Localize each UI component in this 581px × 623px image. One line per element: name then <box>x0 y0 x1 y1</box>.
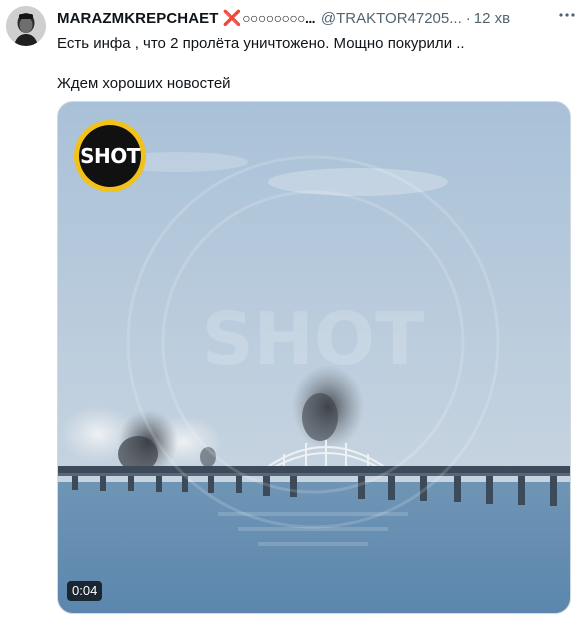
video-player[interactable]: SHOT SHOT 0:04 <box>57 101 571 614</box>
more-options-icon <box>558 6 576 29</box>
author-name-suffix: ○○○○○○○○... <box>242 10 315 26</box>
tweet-text: Есть инфа , что 2 пролёта уничтожено. Мо… <box>57 34 567 94</box>
cross-mark-emoji: ❌ <box>222 10 242 27</box>
tweet-text-line: Есть инфа , что 2 пролёта уничтожено. Мо… <box>57 35 465 52</box>
separator-dot: · <box>465 9 471 27</box>
avatar[interactable] <box>6 6 46 46</box>
tweet-header: MARAZMKREPCHAET ❌ ○○○○○○○○... @TRAKTOR47… <box>57 8 572 28</box>
video-duration: 0:04 <box>67 581 103 601</box>
watermark-text: SHOT <box>202 297 424 381</box>
more-options-button[interactable] <box>557 8 577 26</box>
tweet-timestamp[interactable]: 12 хв <box>474 10 510 27</box>
author-display-name[interactable]: MARAZMKREPCHAET <box>57 10 219 27</box>
tweet[interactable]: MARAZMKREPCHAET ❌ ○○○○○○○○... @TRAKTOR47… <box>0 0 581 623</box>
author-handle[interactable]: @TRAKTOR47205... <box>321 10 462 27</box>
shot-logo: SHOT <box>74 120 146 192</box>
shot-logo-text: SHOT <box>79 125 141 187</box>
tweet-text-line: Ждем хороших новостей <box>57 75 231 92</box>
